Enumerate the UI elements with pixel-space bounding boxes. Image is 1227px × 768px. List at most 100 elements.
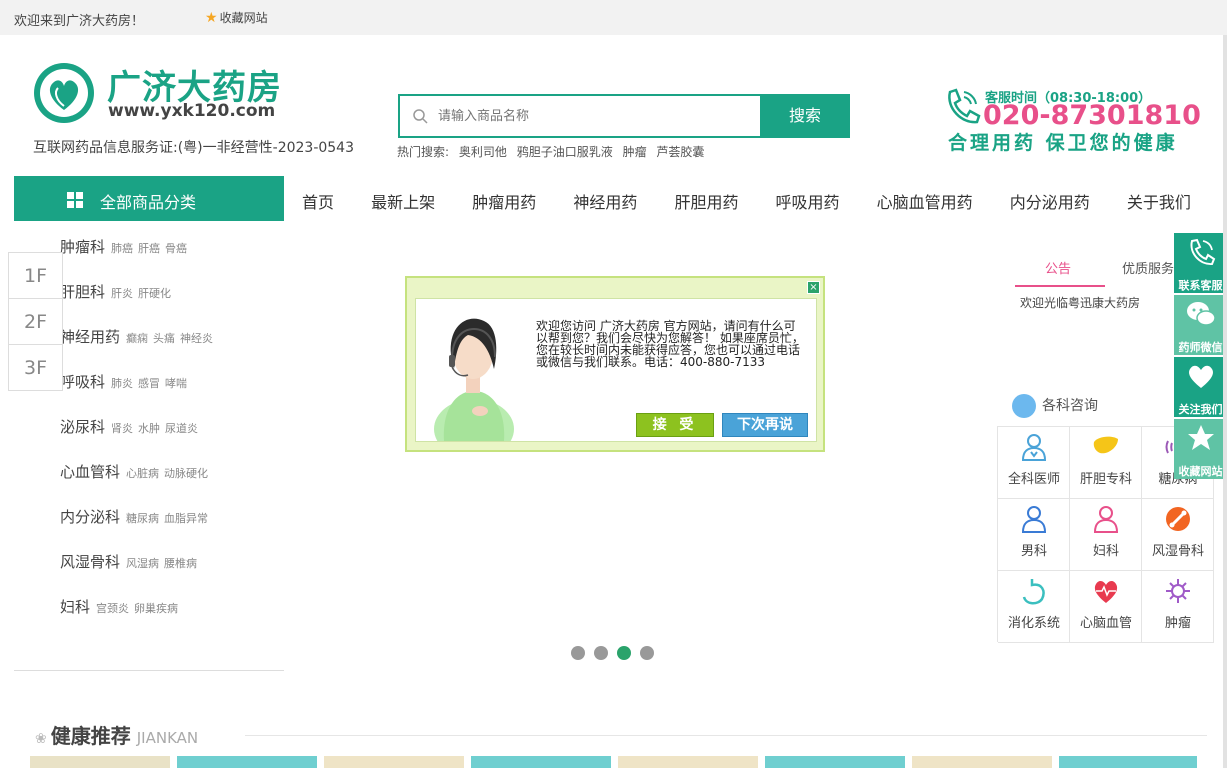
category-row[interactable]: 泌尿科 肾炎 水肿 尿道炎 xyxy=(60,416,218,461)
category-sub[interactable]: 肝癌 xyxy=(138,242,160,255)
all-categories-button[interactable]: 全部商品分类 xyxy=(14,176,284,221)
thumbnail[interactable] xyxy=(765,756,905,768)
category-name[interactable]: 肝胆科 xyxy=(60,283,105,301)
category-name[interactable]: 呼吸科 xyxy=(60,373,105,391)
nav-item-respiratory[interactable]: 呼吸用药 xyxy=(776,189,840,213)
scrollbar[interactable] xyxy=(1223,35,1227,768)
bookmark-site-button[interactable]: 收藏网站 xyxy=(1174,419,1227,479)
floor-1-button[interactable]: 1F xyxy=(8,252,63,299)
active-tab-indicator xyxy=(1015,285,1105,287)
category-row[interactable]: 肝胆科 肝炎 肝硬化 xyxy=(60,281,218,326)
category-name[interactable]: 肿瘤科 xyxy=(60,238,105,256)
thumbnail[interactable] xyxy=(177,756,317,768)
category-sub[interactable]: 卵巢疾病 xyxy=(134,602,178,615)
category-sub[interactable]: 感冒 xyxy=(138,377,160,390)
notice-text[interactable]: 欢迎光临粤迅康大药房 xyxy=(1020,294,1140,311)
category-name[interactable]: 心血管科 xyxy=(60,463,120,481)
accept-button[interactable]: 接 受 xyxy=(636,413,714,437)
hot-word[interactable]: 肿瘤 xyxy=(623,145,647,159)
thumbnail[interactable] xyxy=(912,756,1052,768)
dept-cardio[interactable]: 心脑血管 xyxy=(1070,571,1142,643)
hot-word[interactable]: 奥利司他 xyxy=(459,145,507,159)
category-name[interactable]: 泌尿科 xyxy=(60,418,105,436)
thumbnail[interactable] xyxy=(324,756,464,768)
close-icon[interactable]: × xyxy=(807,281,820,294)
thumbnail[interactable] xyxy=(1059,756,1197,768)
nav-item-new[interactable]: 最新上架 xyxy=(371,189,435,213)
nav-item-home[interactable]: 首页 xyxy=(302,189,334,213)
later-button[interactable]: 下次再说 xyxy=(722,413,808,437)
hot-word[interactable]: 芦荟胶囊 xyxy=(656,145,704,159)
category-sub[interactable]: 肝硬化 xyxy=(138,287,171,300)
category-name[interactable]: 妇科 xyxy=(60,598,90,616)
pharmacist-wechat-button[interactable]: 药师微信 xyxy=(1174,295,1227,355)
nav-item-cardio[interactable]: 心脑血管用药 xyxy=(877,189,973,213)
dept-rheumatology[interactable]: 风湿骨科 xyxy=(1142,499,1214,571)
category-row[interactable]: 神经用药 癫痫 头痛 神经炎 xyxy=(60,326,218,371)
carousel-dot[interactable] xyxy=(571,646,585,660)
category-name[interactable]: 风湿骨科 xyxy=(60,553,120,571)
carousel-dots xyxy=(571,645,663,664)
category-row[interactable]: 呼吸科 肺炎 感冒 哮喘 xyxy=(60,371,218,416)
dept-label: 风湿骨科 xyxy=(1151,544,1204,559)
dept-label: 肿瘤 xyxy=(1164,616,1191,631)
category-sub[interactable]: 动脉硬化 xyxy=(164,467,208,480)
dept-andrology[interactable]: 男科 xyxy=(998,499,1070,571)
category-name[interactable]: 神经用药 xyxy=(60,328,120,346)
thumbnail[interactable] xyxy=(618,756,758,768)
search-input[interactable] xyxy=(438,104,748,128)
category-row[interactable]: 风湿骨科 风湿病 腰椎病 xyxy=(60,551,218,596)
category-sub[interactable]: 宫颈炎 xyxy=(96,602,129,615)
dept-gynecology[interactable]: 妇科 xyxy=(1070,499,1142,571)
category-name[interactable]: 内分泌科 xyxy=(60,508,120,526)
site-logo[interactable]: 广济大药房 www.yxk120.com xyxy=(32,60,292,126)
category-row[interactable]: 肿瘤科 肺癌 肝癌 骨癌 xyxy=(60,236,218,281)
category-row[interactable]: 妇科 宫颈炎 卵巢疾病 xyxy=(60,596,218,641)
virus-icon xyxy=(1166,579,1190,603)
tab-quality-service[interactable]: 优质服务 xyxy=(1122,258,1174,277)
floor-2-button[interactable]: 2F xyxy=(8,298,63,345)
pharmacy-logo-icon xyxy=(34,63,94,123)
category-sub[interactable]: 风湿病 xyxy=(126,557,159,570)
carousel-dot[interactable] xyxy=(640,646,654,660)
category-row[interactable]: 心血管科 心脏病 动脉硬化 xyxy=(60,461,218,506)
hot-search: 热门搜索: 奥利司他 鸦胆子油口服乳液 肿瘤 芦荟胶囊 xyxy=(397,143,710,160)
category-sub[interactable]: 肝炎 xyxy=(111,287,133,300)
floor-3-button[interactable]: 3F xyxy=(8,344,63,391)
search-button[interactable]: 搜索 xyxy=(760,94,850,138)
nav-item-tumor[interactable]: 肿瘤用药 xyxy=(472,189,536,213)
nav-item-liver[interactable]: 肝胆用药 xyxy=(674,189,738,213)
category-row[interactable]: 内分泌科 糖尿病 血脂异常 xyxy=(60,506,218,551)
dept-digestive[interactable]: 消化系统 xyxy=(998,571,1070,643)
category-sub[interactable]: 肺炎 xyxy=(111,377,133,390)
category-sub[interactable]: 糖尿病 xyxy=(126,512,159,525)
dept-liver[interactable]: 肝胆专科 xyxy=(1070,427,1142,499)
hot-word[interactable]: 鸦胆子油口服乳液 xyxy=(517,145,613,159)
category-sub[interactable]: 癫痫 xyxy=(126,332,148,345)
phone-icon xyxy=(948,88,981,124)
favorite-link[interactable]: ★ 收藏网站 xyxy=(205,9,268,26)
category-sub[interactable]: 骨癌 xyxy=(165,242,187,255)
dept-oncology[interactable]: 肿瘤 xyxy=(1142,571,1214,643)
category-sub[interactable]: 神经炎 xyxy=(180,332,213,345)
category-sub[interactable]: 腰椎病 xyxy=(164,557,197,570)
category-sub[interactable]: 哮喘 xyxy=(165,377,187,390)
category-sub[interactable]: 肾炎 xyxy=(111,422,133,435)
tab-announcement[interactable]: 公告 xyxy=(1045,258,1071,277)
category-sub[interactable]: 头痛 xyxy=(153,332,175,345)
dept-general[interactable]: 全科医师 xyxy=(998,427,1070,499)
category-sub[interactable]: 尿道炎 xyxy=(165,422,198,435)
follow-us-button[interactable]: 关注我们 xyxy=(1174,357,1227,417)
category-sub[interactable]: 肺癌 xyxy=(111,242,133,255)
contact-service-button[interactable]: 联系客服 xyxy=(1174,233,1227,293)
nav-item-endocrine[interactable]: 内分泌用药 xyxy=(1010,189,1090,213)
carousel-dot-active[interactable] xyxy=(617,646,631,660)
category-sub[interactable]: 血脂异常 xyxy=(164,512,208,525)
thumbnail[interactable] xyxy=(30,756,170,768)
carousel-dot[interactable] xyxy=(594,646,608,660)
nav-item-neuro[interactable]: 神经用药 xyxy=(573,189,637,213)
nav-item-about[interactable]: 关于我们 xyxy=(1127,189,1191,213)
thumbnail[interactable] xyxy=(471,756,611,768)
category-sub[interactable]: 心脏病 xyxy=(126,467,159,480)
category-sub[interactable]: 水肿 xyxy=(138,422,160,435)
